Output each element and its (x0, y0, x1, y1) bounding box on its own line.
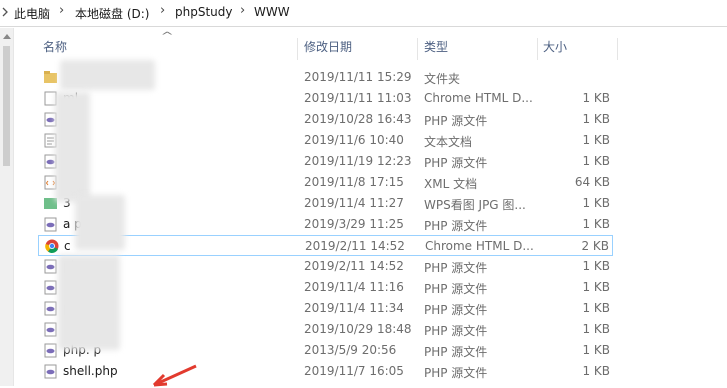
file-size: 1 KB (582, 217, 610, 231)
php-file-icon (44, 301, 57, 316)
file-size: 1 KB (582, 364, 610, 378)
php-file-icon (44, 322, 57, 337)
file-size: 1 KB (582, 343, 610, 357)
file-size: 1 KB (582, 133, 610, 147)
php-file-icon (44, 343, 57, 358)
chevron-right-icon (2, 7, 8, 17)
scroll-up-icon[interactable] (3, 34, 11, 39)
file-size: 1 KB (582, 259, 610, 273)
redaction-blur (55, 92, 90, 202)
file-size: 1 KB (582, 196, 610, 210)
file-size: 1 KB (582, 301, 610, 315)
file-type: PHP 源文件 (424, 261, 488, 275)
file-size: 1 KB (582, 154, 610, 168)
file-row[interactable]: ml2019/11/11 11:03Chrome HTML D...1 KB (38, 88, 613, 109)
file-row[interactable]: php. p 2013/5/9 20:56 PHP 源文件 1 KB (38, 340, 613, 361)
column-divider[interactable] (297, 38, 298, 60)
file-size: 1 KB (582, 91, 610, 105)
annotation-arrow-icon (152, 364, 197, 387)
file-date: 2019/10/29 18:48 (304, 322, 412, 336)
php-file-icon (44, 259, 57, 274)
php-file-icon (44, 280, 57, 295)
file-type: WPS看图 JPG 图... (424, 198, 526, 212)
file-type: 文件夹 (424, 72, 461, 86)
file-size: 1 KB (582, 112, 610, 126)
file-date: 2019/10/28 16:43 (304, 112, 412, 126)
breadcrumb-separator-icon[interactable]: › (240, 3, 245, 18)
file-type: PHP 源文件 (424, 282, 488, 296)
file-date: 2019/2/11 14:52 (304, 259, 404, 273)
file-row[interactable]: p2019/11/4 11:34PHP 源文件1 KB (38, 298, 613, 319)
file-row[interactable]: 2019/10/29 18:48 PHP 源文件 1 KB (38, 319, 613, 340)
file-date: 2019/11/6 10:40 (304, 133, 404, 147)
file-size: 64 KB (574, 175, 610, 189)
breadcrumb-separator-icon[interactable]: › (59, 3, 64, 18)
breadcrumb-drive[interactable]: 本地磁盘 (D:) (75, 5, 149, 22)
file-type: XML 文档 (424, 177, 478, 191)
address-bar[interactable]: 此电脑 › 本地磁盘 (D:) › phpStudy › WWW (0, 0, 727, 27)
php-file-icon (44, 364, 57, 379)
breadcrumb-www[interactable]: WWW (254, 5, 290, 19)
redaction-blur (58, 255, 120, 350)
redaction-blur (75, 195, 125, 250)
file-date: 2019/11/4 11:34 (304, 301, 404, 315)
file-row[interactable]: p2019/10/28 16:43PHP 源文件1 KB (38, 109, 613, 130)
file-type: PHP 源文件 (424, 156, 488, 170)
file-type: Chrome HTML D... (424, 91, 533, 105)
file-type: PHP 源文件 (424, 219, 488, 233)
scrollbar-thumb[interactable] (3, 46, 10, 166)
column-divider[interactable] (537, 38, 538, 60)
file-name[interactable]: c (64, 239, 71, 253)
folder-icon (44, 70, 57, 85)
navigation-pane-scrollbar[interactable] (0, 28, 14, 386)
column-header-name[interactable]: 名称 (43, 38, 67, 60)
file-date: 2019/2/11 14:52 (305, 239, 405, 253)
file-row[interactable]: php2019/2/11 14:52PHP 源文件1 KB (38, 256, 613, 277)
file-date: 2019/11/7 16:05 (304, 364, 404, 378)
file-name[interactable]: shell.php (63, 364, 118, 378)
redaction-blur (60, 60, 155, 90)
file-date: 2019/3/29 11:25 (304, 217, 404, 231)
file-date: 2013/5/9 20:56 (304, 343, 397, 357)
column-divider[interactable] (417, 38, 418, 60)
file-date: 2019/11/11 15:29 (304, 70, 412, 84)
file-date: 2019/11/8 17:15 (304, 175, 404, 189)
file-type: PHP 源文件 (424, 366, 488, 380)
file-type: PHP 源文件 (424, 345, 488, 359)
file-row[interactable]: 2019/11/19 12:23 PHP 源文件 1 KB (38, 151, 613, 172)
file-row[interactable]: 2019/11/6 10:40 文本文档 1 KB (38, 130, 613, 151)
php-file-icon (44, 217, 57, 232)
file-row[interactable]: 2019/11/8 17:15 XML 文档 64 KB (38, 172, 613, 193)
breadcrumb-separator-icon[interactable]: › (160, 3, 165, 18)
chrome-icon (45, 239, 59, 254)
file-row[interactable]: shell.php 2019/11/7 16:05 PHP 源文件 1 KB (38, 361, 613, 382)
column-header-size[interactable]: 大小 (543, 38, 567, 60)
column-header-type[interactable]: 类型 (424, 38, 448, 60)
file-row[interactable]: 2019/11/4 11:16 PHP 源文件 1 KB (38, 277, 613, 298)
file-type: PHP 源文件 (424, 324, 488, 338)
column-header-date[interactable]: 修改日期 (304, 38, 352, 60)
file-date: 2019/11/19 12:23 (304, 154, 412, 168)
sort-ascending-icon: ^ (160, 31, 174, 42)
file-type: PHP 源文件 (424, 114, 488, 128)
file-type: 文本文档 (424, 135, 473, 149)
file-date: 2019/11/11 11:03 (304, 91, 412, 105)
file-date: 2019/11/4 11:27 (304, 196, 404, 210)
file-size: 2 KB (581, 239, 609, 253)
file-type: PHP 源文件 (424, 303, 488, 317)
file-size: 1 KB (582, 280, 610, 294)
breadcrumb-phpstudy[interactable]: phpStudy (175, 5, 233, 19)
column-divider[interactable] (617, 38, 618, 60)
breadcrumb-this-pc[interactable]: 此电脑 (14, 5, 50, 22)
file-date: 2019/11/4 11:16 (304, 280, 404, 294)
file-type: Chrome HTML D... (425, 239, 534, 253)
file-size: 1 KB (582, 322, 610, 336)
